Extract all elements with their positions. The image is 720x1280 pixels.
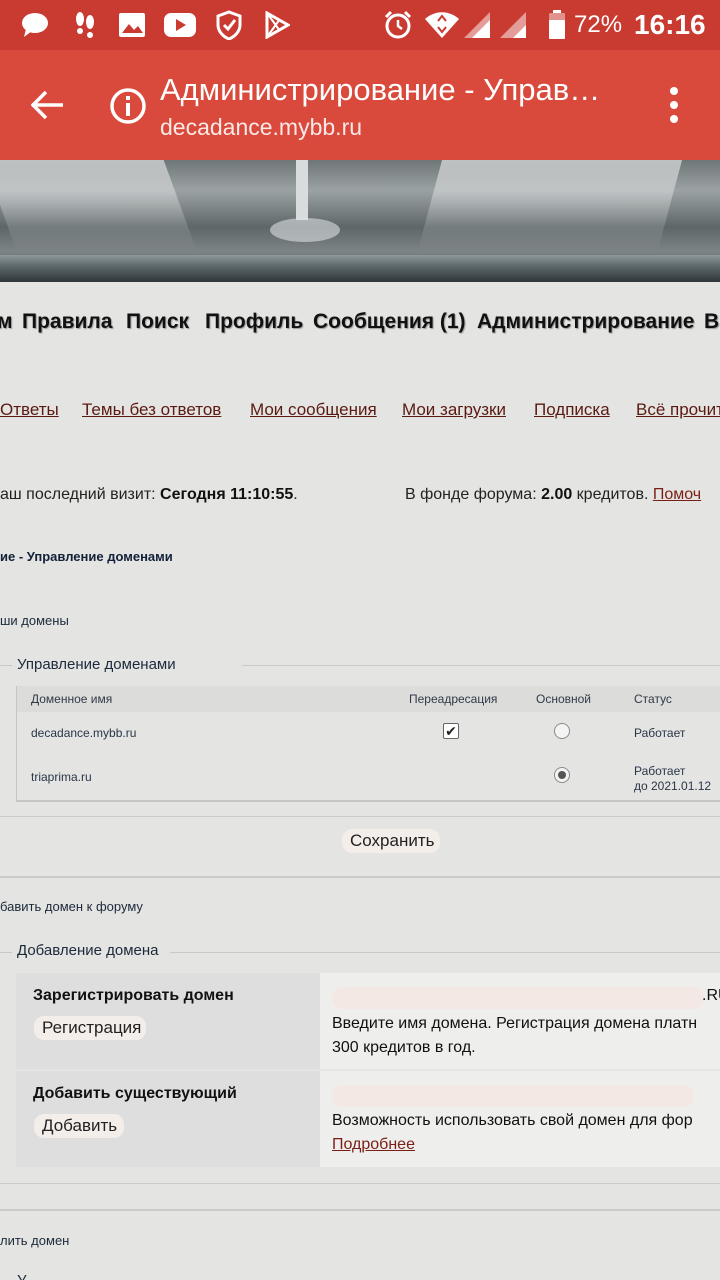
wifi-icon	[424, 10, 460, 40]
page-title: Администрирование - Управ…	[160, 72, 601, 107]
status-cell: Работает	[634, 764, 686, 778]
banner-light-beam	[417, 160, 683, 250]
main-domain-radio[interactable]	[554, 723, 570, 739]
save-button[interactable]: Сохранить	[342, 829, 440, 853]
last-visit-info: аш последний визит: Сегодня 11:10:55.	[0, 486, 298, 503]
more-vert-icon	[670, 87, 678, 123]
column-domain-name: Доменное имя	[31, 692, 113, 706]
play-store-icon	[262, 10, 292, 40]
fieldset-border	[0, 665, 12, 666]
signal-icon	[498, 10, 528, 40]
shield-icon	[214, 10, 244, 40]
domain-zone-suffix: .RU	[702, 987, 720, 1004]
status-bar: 72% 16:16	[0, 0, 720, 50]
subnav-mark-read[interactable]: Всё прочит	[636, 400, 720, 420]
clock: 16:16	[634, 9, 706, 40]
divider	[0, 816, 720, 817]
column-redirect: Переадресация	[409, 692, 498, 706]
battery-icon	[546, 10, 568, 40]
table-header-row	[17, 686, 720, 712]
breadcrumb: ие - Управление доменами	[0, 549, 173, 564]
message-icon	[20, 10, 50, 40]
column-status: Статус	[634, 692, 672, 706]
subnav-unanswered[interactable]: Темы без ответов	[82, 400, 221, 420]
main-domain-radio[interactable]	[554, 767, 570, 783]
nav-item-search[interactable]: Поиск	[126, 310, 189, 334]
banner-rail	[0, 255, 720, 282]
fieldset-border	[0, 952, 12, 953]
browser-toolbar: Администрирование - Управ… decadance.myb…	[0, 50, 720, 160]
forum-fund-info: В фонде форума: 2.00 кредитов. Помоч	[405, 486, 702, 503]
site-info-button[interactable]	[104, 82, 152, 130]
add-existing-label: Добавить существующий	[33, 1085, 237, 1102]
battery-percent: 72%	[574, 11, 623, 38]
image-icon	[116, 10, 148, 40]
redirect-checkbox[interactable]: ✔	[443, 723, 459, 739]
domain-name-cell: triaprima.ru	[31, 770, 92, 784]
add-existing-button[interactable]: Добавить	[34, 1114, 124, 1138]
overflow-menu-button[interactable]	[650, 80, 698, 130]
subnav-subscriptions[interactable]: Подписка	[534, 400, 610, 420]
nav-item-rules[interactable]: Правила	[22, 310, 112, 334]
info-icon	[110, 88, 146, 124]
more-info-link[interactable]: Подробнее	[332, 1133, 415, 1157]
register-button[interactable]: Регистрация	[34, 1016, 146, 1040]
footsteps-icon	[70, 10, 100, 40]
register-price: 300 кредитов в год.	[332, 1039, 476, 1056]
register-domain-label: Зарегистрировать домен	[33, 987, 234, 1004]
banner-stand-base	[270, 218, 340, 242]
fieldset-border	[170, 952, 720, 953]
status-cell: Работает	[634, 726, 686, 740]
nav-item-admin[interactable]: Администрирование	[477, 310, 694, 334]
donate-link[interactable]: Помоч	[653, 486, 701, 503]
divider	[0, 1183, 720, 1184]
section-header-add-domain: бавить домен к форуму	[0, 899, 143, 914]
existing-description: Возможность использовать свой домен для …	[332, 1112, 693, 1129]
nav-item-logout[interactable]: Вы	[704, 310, 720, 334]
arrow-left-icon	[31, 90, 63, 120]
legend-domain-management: Управление доменами	[17, 656, 176, 673]
back-button[interactable]	[20, 80, 76, 130]
nav-item-messages[interactable]: Сообщения (1)	[313, 310, 466, 334]
subnav-my-posts[interactable]: Мои сообщения	[250, 400, 377, 420]
add-domain-table: Зарегистрировать домен Регистрация .RU В…	[16, 973, 720, 1167]
column-main: Основной	[536, 692, 592, 706]
subnav-my-uploads[interactable]: Мои загрузки	[402, 400, 506, 420]
existing-domain-input[interactable]	[332, 1085, 694, 1107]
subnav-answers[interactable]: Ответы	[0, 400, 59, 420]
alarm-icon	[382, 10, 414, 40]
legend-add-domain: Добавление домена	[17, 942, 159, 959]
last-visit-value: Сегодня 11:10:55	[160, 486, 294, 503]
nav-item-partial[interactable]: м	[0, 310, 13, 334]
domain-name-input[interactable]	[332, 987, 704, 1009]
legend-delete-domain: У	[17, 1272, 27, 1280]
domains-table: Доменное имя Переадресация Основной Стат…	[16, 686, 720, 802]
forum-header-banner	[0, 160, 720, 282]
fund-value: 2.00	[541, 486, 573, 503]
youtube-icon	[162, 10, 198, 40]
register-description: Введите имя домена. Регистрация домена п…	[332, 1015, 698, 1032]
page-url[interactable]: decadance.mybb.ru	[160, 114, 362, 141]
divider	[0, 876, 720, 878]
banner-light-beam	[0, 160, 197, 250]
domain-name-cell: decadance.mybb.ru	[31, 726, 137, 740]
divider	[0, 1209, 720, 1211]
section-header-delete-domain: лить домен	[0, 1233, 70, 1248]
fieldset-border	[242, 665, 720, 666]
signal-icon	[462, 10, 492, 40]
banner-stand	[296, 160, 308, 220]
status-expiry: до 2021.01.12	[634, 779, 712, 793]
nav-item-profile[interactable]: Профиль	[205, 310, 303, 334]
section-header-domains: ши домены	[0, 613, 69, 628]
